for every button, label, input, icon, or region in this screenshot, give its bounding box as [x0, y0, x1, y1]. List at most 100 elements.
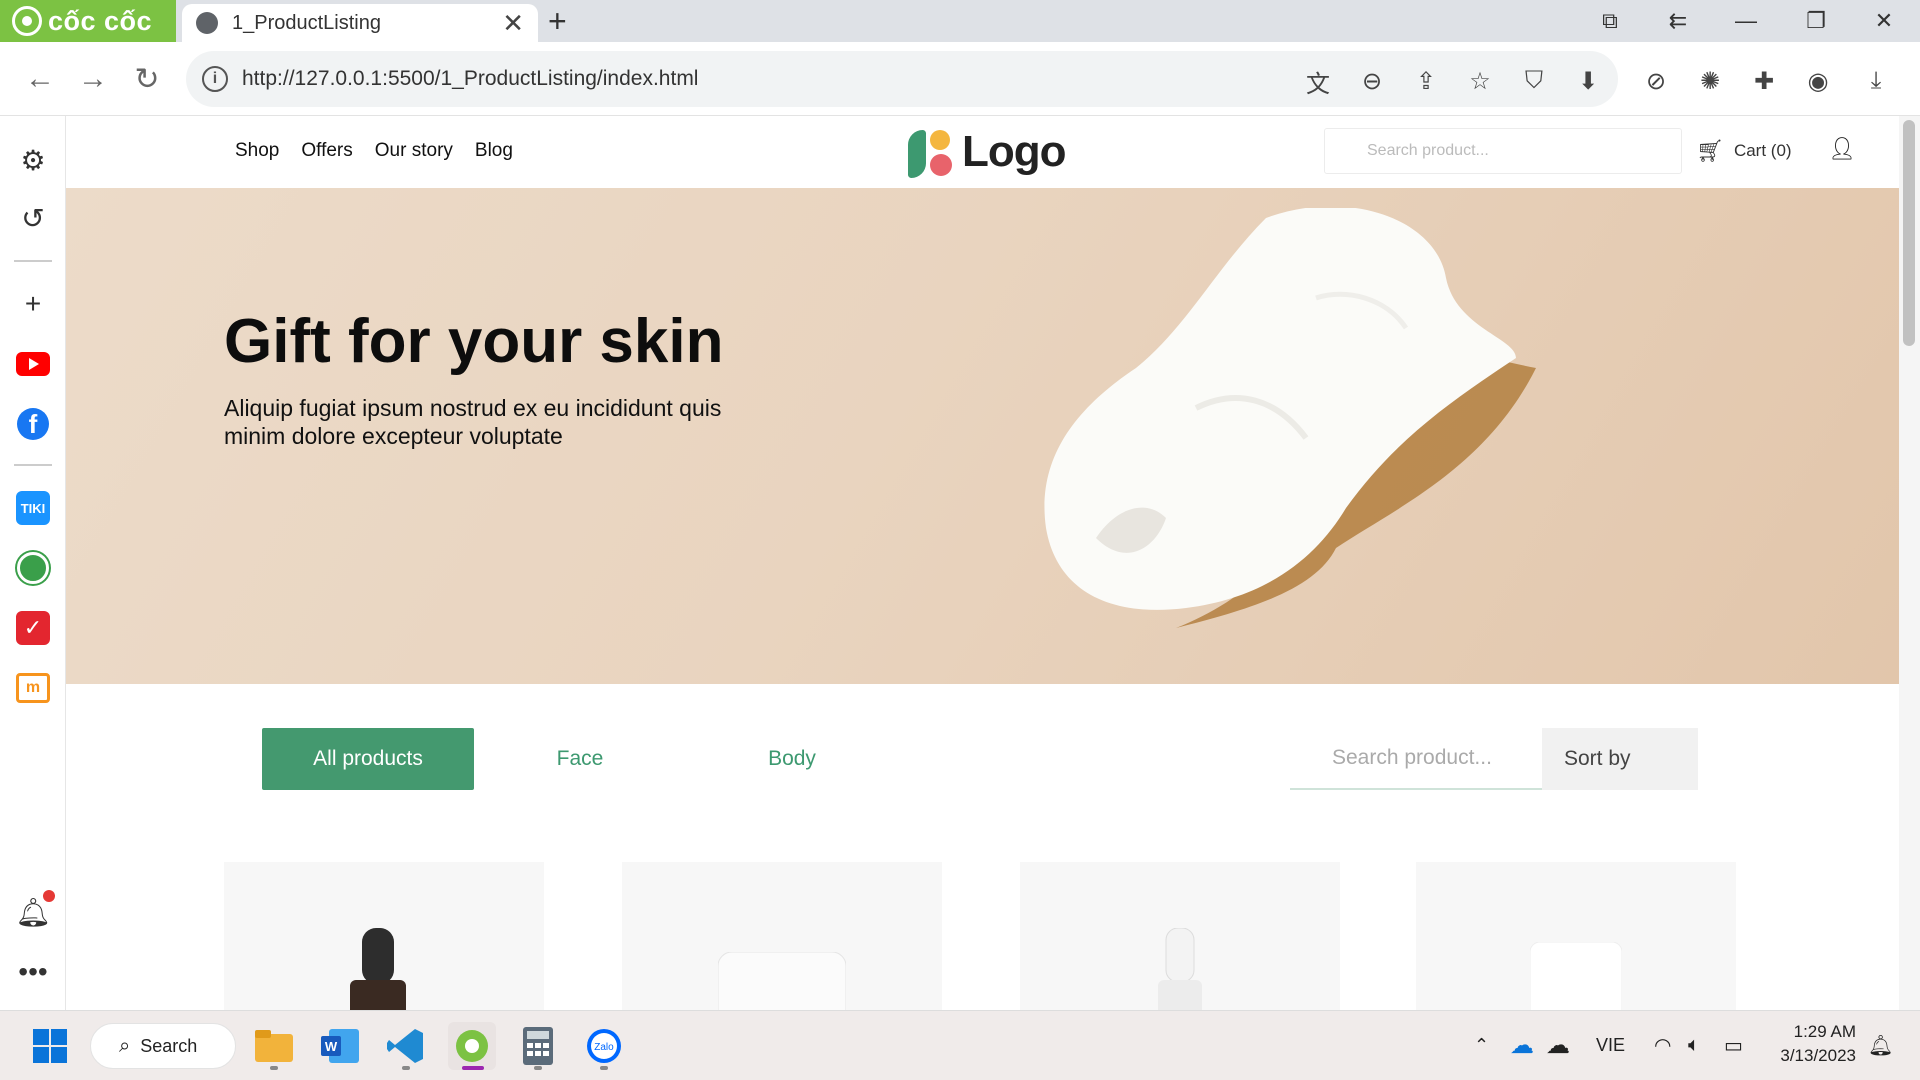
translate-icon[interactable]: 文 [1300, 63, 1336, 99]
site-logo[interactable]: Logo [906, 124, 1067, 180]
new-tab-button[interactable]: + [548, 4, 567, 38]
shopping-cart-app-icon[interactable]: m [11, 666, 55, 710]
close-tab-icon[interactable]: ✕ [502, 8, 524, 39]
settings-gear-icon[interactable]: ⚙ [11, 138, 55, 182]
browser-toolbar: ← → ↻ i http://127.0.0.1:5500/1_ProductL… [0, 42, 1920, 116]
running-indicator [402, 1066, 410, 1070]
cart-link[interactable]: 🛒︎ Cart (0) [1696, 138, 1792, 164]
page-scrollbar[interactable] [1899, 116, 1920, 1010]
forward-button[interactable]: → [72, 58, 114, 100]
zalo-icon[interactable]: Zalo [580, 1022, 628, 1070]
battery-icon[interactable]: ▭ [1724, 1010, 1743, 1080]
compass-icon[interactable]: ⊘ [1638, 63, 1674, 99]
more-icon[interactable]: ••• [11, 950, 55, 994]
add-shortcut-icon[interactable]: + [11, 282, 55, 326]
main-nav: Shop Offers Our story Blog [235, 140, 513, 162]
taskbar: ⌕ Search W Zalo [0, 1010, 1920, 1080]
scrollbar-thumb[interactable] [1903, 120, 1915, 346]
notification-badge [43, 890, 55, 902]
onedrive-personal-icon[interactable]: ☁ [1546, 1010, 1570, 1080]
coccoc-logo-icon [12, 6, 42, 36]
football-icon[interactable] [11, 546, 55, 590]
close-window-button[interactable]: ✕ [1856, 0, 1912, 42]
url-text: http://127.0.0.1:5500/1_ProductListing/i… [242, 67, 699, 90]
site-header: Shop Offers Our story Blog Logo 🛒︎ Cart … [66, 116, 1899, 188]
side-panel: ⚙ ↺ + f TIKI ✓ m 🔔︎ ••• [0, 116, 66, 1010]
minimize-button[interactable]: — [1718, 0, 1774, 42]
site-info-icon[interactable]: i [202, 66, 228, 92]
tab-strip: cốc cốc 1_ProductListing ✕ + ⧉ ⇇ — ❐ ✕ [0, 0, 1920, 42]
address-bar[interactable]: i http://127.0.0.1:5500/1_ProductListing… [186, 51, 1618, 107]
filter-face[interactable]: Face [474, 728, 686, 790]
cart-icon: 🛒︎ [1696, 138, 1724, 163]
facebook-icon[interactable]: f [11, 402, 55, 446]
svg-text:Zalo: Zalo [594, 1042, 614, 1053]
divider [14, 260, 52, 262]
running-indicator [600, 1066, 608, 1070]
hero-banner: Gift for your skin Aliquip fugiat ipsum … [66, 188, 1899, 684]
white-dropper-image [1158, 928, 1202, 1010]
file-explorer-icon[interactable] [250, 1022, 298, 1070]
back-button[interactable]: ← [19, 58, 61, 100]
show-hidden-icons[interactable]: ⌃ [1474, 1010, 1489, 1080]
system-clock[interactable]: 1:29 AM 3/13/2023 [1772, 1020, 1856, 1068]
word-icon[interactable]: W [316, 1022, 364, 1070]
language-indicator[interactable]: VIE [1596, 1010, 1625, 1080]
coccoc-taskbar-icon[interactable] [448, 1022, 496, 1070]
download-video-icon[interactable]: ⬇ [1570, 63, 1606, 99]
filter-bar: All products Face Body Sort by [66, 684, 1899, 814]
taskbar-search[interactable]: ⌕ Search [90, 1023, 236, 1069]
filter-body[interactable]: Body [686, 728, 898, 790]
product-card[interactable] [224, 862, 544, 1010]
user-account-icon[interactable]: 👤︎ [1828, 136, 1856, 162]
bookmark-star-icon[interactable]: ☆ [1462, 63, 1498, 99]
hero-title: Gift for your skin [224, 307, 724, 376]
profile-avatar-icon[interactable]: ◉ [1800, 63, 1836, 99]
zoom-out-icon[interactable]: ⊖ [1354, 63, 1390, 99]
vscode-icon[interactable] [382, 1022, 430, 1070]
running-indicator [534, 1066, 542, 1070]
nav-blog[interactable]: Blog [475, 140, 513, 162]
logo-text: Logo [962, 127, 1067, 176]
color-wheel-icon[interactable]: ✺ [1692, 63, 1728, 99]
extensions-puzzle-icon[interactable]: ✚ [1746, 63, 1782, 99]
product-card[interactable] [622, 862, 942, 1010]
nav-shop[interactable]: Shop [235, 140, 279, 162]
share-icon[interactable]: ⇪ [1408, 63, 1444, 99]
clock-date: 3/13/2023 [1780, 1046, 1856, 1065]
brand-label: cốc cốc [48, 5, 153, 36]
tab-search-icon[interactable]: ⧉ [1582, 0, 1638, 42]
restore-button[interactable]: ❐ [1788, 0, 1844, 42]
history-icon[interactable]: ↺ [11, 196, 55, 240]
volume-muted-icon[interactable]: 🔈︎ [1688, 1010, 1700, 1080]
active-tab[interactable]: 1_ProductListing ✕ [182, 4, 538, 42]
reload-button[interactable]: ↻ [126, 58, 168, 100]
product-search-input[interactable] [1290, 728, 1542, 790]
calculator-icon[interactable] [514, 1022, 562, 1070]
svg-text:W: W [325, 1039, 338, 1054]
start-button[interactable] [26, 1022, 74, 1070]
notifications-icon[interactable]: 🔔︎ [1868, 1010, 1893, 1080]
tiki-icon[interactable]: TIKI [11, 486, 55, 530]
product-card[interactable] [1020, 862, 1340, 1010]
shield-icon[interactable]: ⛉ [1516, 63, 1552, 99]
back-forward-cache-icon[interactable]: ⇇ [1650, 0, 1706, 42]
jar-image [718, 952, 846, 1010]
filter-all-products[interactable]: All products [262, 728, 474, 790]
header-search-input[interactable] [1324, 128, 1682, 174]
search-icon: ⌕ [119, 1034, 131, 1057]
wifi-icon[interactable]: ◠ [1654, 1010, 1671, 1080]
downloads-icon[interactable]: ⤓ [1858, 63, 1894, 99]
nav-our-story[interactable]: Our story [375, 140, 453, 162]
checkmark-app-icon[interactable]: ✓ [11, 606, 55, 650]
youtube-icon[interactable] [11, 342, 55, 386]
sort-by-dropdown[interactable]: Sort by [1542, 728, 1698, 790]
nav-offers[interactable]: Offers [301, 140, 352, 162]
white-bottle-image [1530, 942, 1622, 1010]
taskbar-search-label: Search [140, 1035, 198, 1056]
coccoc-brand[interactable]: cốc cốc [0, 0, 176, 42]
running-indicator [270, 1066, 278, 1070]
hero-subtitle: Aliquip fugiat ipsum nostrud ex eu incid… [224, 395, 722, 449]
product-card[interactable] [1416, 862, 1736, 1010]
onedrive-icon[interactable]: ☁ [1510, 1010, 1534, 1080]
